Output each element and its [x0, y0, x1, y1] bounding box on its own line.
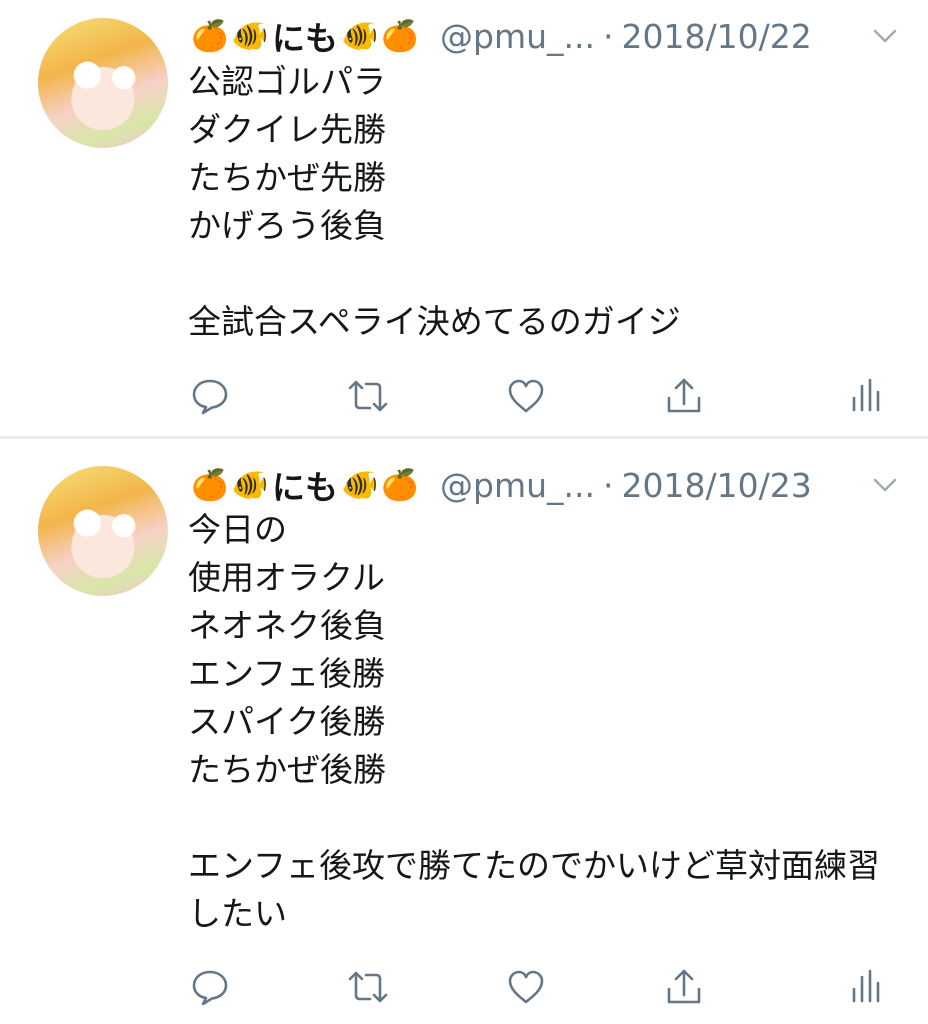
analytics-icon[interactable]: [844, 374, 888, 418]
tweet-text: 公認ゴルパラ ダクイレ先勝 たちかぜ先勝 かげろう後負 全試合スペライ決めてるの…: [188, 58, 888, 346]
tweet-text-line: エンフェ後攻で勝てたのでかいけど草対面練習したい: [188, 846, 881, 933]
chevron-down-icon[interactable]: [872, 472, 898, 498]
tropical-fish-emoji-icon: 🐠: [341, 18, 379, 54]
display-name[interactable]: にも: [272, 461, 338, 509]
handle[interactable]: @pmu_...: [440, 17, 595, 56]
retweet-icon[interactable]: [346, 965, 390, 1009]
tropical-fish-emoji-icon: 🐠: [231, 18, 269, 54]
tropical-fish-emoji-icon: 🐠: [231, 467, 269, 503]
orange-emoji-icon: 🍊: [381, 18, 419, 54]
display-name[interactable]: にも: [272, 12, 338, 60]
retweet-icon[interactable]: [346, 374, 390, 418]
avatar[interactable]: [38, 466, 168, 596]
tweet-text-line: たちかぜ後勝: [188, 750, 386, 789]
tweet-text-line: スパイク後勝: [188, 702, 386, 741]
orange-emoji-icon: 🍊: [381, 467, 419, 503]
tweet-text-line: ダクイレ先勝: [188, 110, 386, 149]
share-icon[interactable]: [662, 374, 706, 418]
tweet-text-line: エンフェ後勝: [188, 654, 386, 693]
tweet-header: 🍊 🐠 にも 🐠 🍊 @pmu_... · 2018/10/22: [190, 16, 898, 58]
tweet-text-line: [188, 794, 888, 842]
heart-icon[interactable]: [504, 965, 548, 1009]
heart-icon[interactable]: [504, 374, 548, 418]
tropical-fish-emoji-icon: 🐠: [341, 467, 379, 503]
analytics-icon[interactable]: [844, 965, 888, 1009]
tweet-text-line: [188, 250, 888, 298]
separator-dot: ·: [602, 465, 614, 505]
tweet-text-line: かげろう後負: [188, 206, 386, 245]
tweet-text-line: 今日の: [188, 510, 287, 549]
tweet-text-line: 全試合スペライ決めてるのガイジ: [188, 302, 681, 341]
tweet-text-line: ネオネク後負: [188, 606, 386, 645]
orange-emoji-icon: 🍊: [191, 18, 229, 54]
tweet-text-line: 公認ゴルパラ: [188, 62, 386, 101]
reply-icon[interactable]: [188, 965, 232, 1009]
tweet-text-line: たちかぜ先勝: [188, 158, 386, 197]
handle[interactable]: @pmu_...: [440, 466, 595, 505]
tweet-date[interactable]: 2018/10/23: [621, 466, 811, 505]
tweet-actions: [188, 374, 888, 418]
tweet-header: 🍊 🐠 にも 🐠 🍊 @pmu_... · 2018/10/23: [190, 465, 898, 507]
chevron-down-icon[interactable]: [872, 23, 898, 49]
reply-icon[interactable]: [188, 374, 232, 418]
separator-dot: ·: [602, 16, 614, 56]
share-icon[interactable]: [662, 965, 706, 1009]
orange-emoji-icon: 🍊: [191, 467, 229, 503]
tweet-text-line: 使用オラクル: [188, 558, 386, 597]
avatar[interactable]: [38, 18, 168, 148]
tweet-actions: [188, 965, 888, 1009]
tweet-date[interactable]: 2018/10/22: [621, 17, 811, 56]
divider: [0, 436, 928, 438]
tweet-text: 今日の 使用オラクル ネオネク後負 エンフェ後勝 スパイク後勝 たちかぜ後勝 エ…: [188, 506, 888, 938]
